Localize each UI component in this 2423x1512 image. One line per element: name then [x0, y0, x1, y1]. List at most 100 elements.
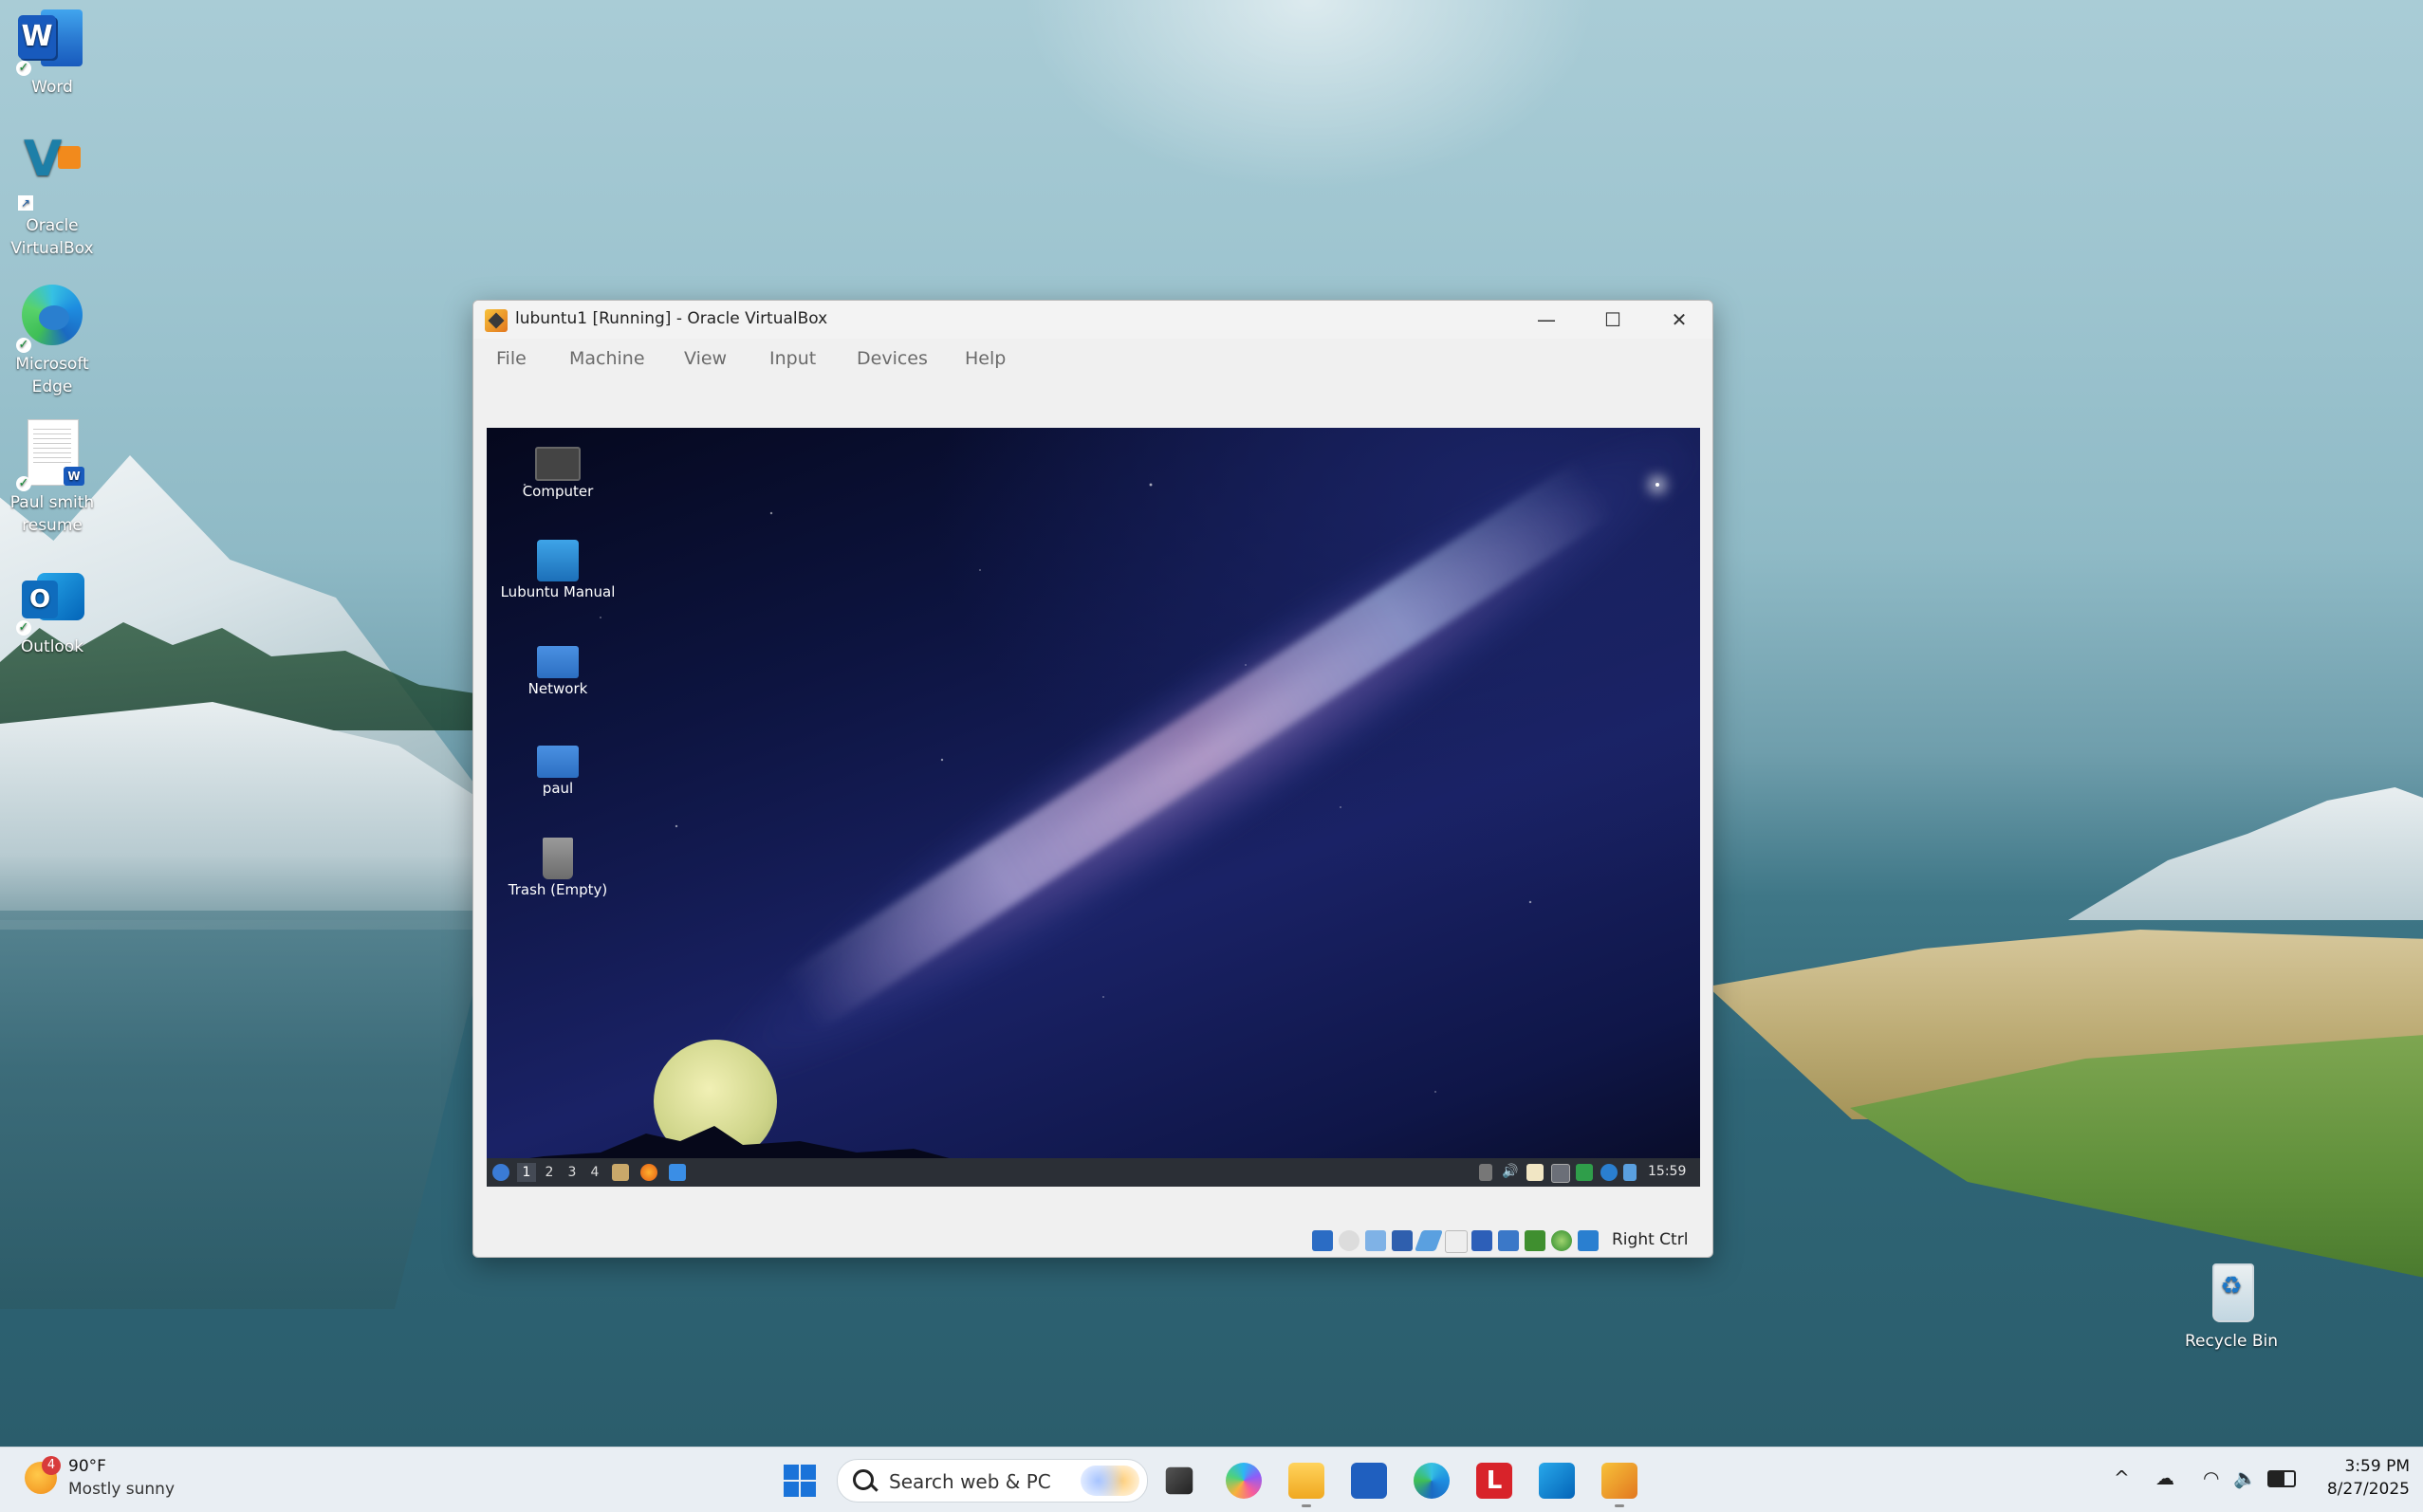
- notification-icon[interactable]: [1623, 1164, 1637, 1181]
- guest-icon-label: Computer: [522, 483, 594, 500]
- file-explorer-icon[interactable]: [1288, 1463, 1324, 1499]
- recording-icon[interactable]: [1498, 1230, 1519, 1251]
- menu-devices[interactable]: Devices: [857, 348, 928, 369]
- menu-input[interactable]: Input: [769, 348, 816, 369]
- chevron-up-icon[interactable]: ^: [2114, 1466, 2130, 1489]
- clock-time[interactable]: 3:59 PM: [2334, 1457, 2411, 1476]
- clipboard-icon[interactable]: [1526, 1164, 1544, 1181]
- cpu-icon[interactable]: [1525, 1230, 1545, 1251]
- vbox-status-bar: Right Ctrl: [473, 1221, 1712, 1257]
- guest-icon-label: Trash (Empty): [508, 881, 608, 898]
- active-indicator: [1302, 1504, 1311, 1507]
- audio-icon[interactable]: [1365, 1230, 1386, 1251]
- keyboard-capture-icon[interactable]: [1578, 1230, 1599, 1251]
- menu-view[interactable]: View: [684, 348, 727, 369]
- minimize-button[interactable]: —: [1513, 301, 1580, 339]
- store-icon[interactable]: [1351, 1463, 1387, 1499]
- search-placeholder: Search web & PC: [889, 1470, 1051, 1493]
- keyboard-indicator-icon[interactable]: [1479, 1164, 1492, 1181]
- desktop-icon-virtualbox[interactable]: V ↗ Oracle VirtualBox: [0, 135, 104, 260]
- home-folder-icon: [537, 746, 579, 778]
- hard-disk-icon[interactable]: [1312, 1230, 1333, 1251]
- guest-icon-computer[interactable]: Computer: [496, 441, 620, 500]
- network-icon[interactable]: [1392, 1230, 1413, 1251]
- lastpass-icon[interactable]: L: [1476, 1463, 1512, 1499]
- taskbar: 4 90°F Mostly sunny Search web & PC L ^ …: [0, 1447, 2423, 1512]
- workspace-3[interactable]: 3: [563, 1163, 582, 1182]
- virtualbox-icon[interactable]: [1601, 1463, 1637, 1499]
- desktop-icon-resume[interactable]: W ✓ Paul smith resume: [0, 419, 104, 537]
- wallpaper-reflection: [0, 911, 493, 1309]
- battery-icon[interactable]: [1576, 1164, 1593, 1181]
- guest-display[interactable]: Computer Lubuntu Manual Network paul Tra…: [487, 428, 1700, 1187]
- onedrive-icon[interactable]: ☁: [2155, 1466, 2174, 1489]
- window-titlebar[interactable]: lubuntu1 [Running] - Oracle VirtualBox —…: [473, 301, 1712, 339]
- update-icon[interactable]: [1600, 1164, 1618, 1181]
- guest-panel: 1 2 3 4 🔊 15:59: [487, 1158, 1700, 1187]
- desktop-icon-outlook[interactable]: O ✓ Outlook: [0, 563, 104, 658]
- desktop-icon-label: Paul smith resume: [9, 493, 95, 535]
- file-manager-icon[interactable]: [612, 1164, 629, 1181]
- workspace-2[interactable]: 2: [540, 1163, 559, 1182]
- workspace-4[interactable]: 4: [585, 1163, 604, 1182]
- virtualbox-icon: [485, 309, 508, 332]
- word-icon: W ✓: [16, 4, 86, 76]
- sky-glow: [1025, 0, 1594, 190]
- lubuntu-menu-icon[interactable]: [492, 1164, 509, 1181]
- desktop-icon-label: Word: [31, 78, 73, 97]
- maximize-button[interactable]: ☐: [1580, 301, 1646, 339]
- search-icon: [853, 1469, 874, 1490]
- desktop-icon-label: Recycle Bin: [2184, 1332, 2278, 1351]
- show-desktop-icon[interactable]: [669, 1164, 686, 1181]
- mouse-integration-icon[interactable]: [1551, 1230, 1572, 1251]
- start-button[interactable]: [782, 1463, 818, 1499]
- workspace-1[interactable]: 1: [517, 1163, 536, 1182]
- usb-icon[interactable]: [1414, 1230, 1444, 1251]
- firefox-icon[interactable]: [640, 1164, 657, 1181]
- copilot-icon[interactable]: [1226, 1463, 1262, 1499]
- edge-icon: ✓: [16, 281, 86, 353]
- menu-file[interactable]: File: [496, 348, 527, 369]
- recycle-bin-icon: ♻: [2197, 1258, 2266, 1326]
- close-button[interactable]: ✕: [1646, 301, 1712, 339]
- optical-drive-icon[interactable]: [1339, 1230, 1359, 1251]
- guest-wallpaper-bright-star: [1655, 483, 1659, 487]
- outlook-icon: O ✓: [16, 563, 86, 636]
- menu-machine[interactable]: Machine: [569, 348, 645, 369]
- wallpaper-mountain-right: [2068, 787, 2423, 920]
- wallpaper-snowfield: [0, 702, 531, 920]
- shared-folders-icon[interactable]: [1445, 1230, 1468, 1253]
- guest-icon-network[interactable]: Network: [496, 638, 620, 697]
- search-box[interactable]: Search web & PC: [837, 1459, 1148, 1503]
- volume-icon[interactable]: 🔈: [2233, 1466, 2257, 1489]
- window-title: lubuntu1 [Running] - Oracle VirtualBox: [515, 309, 828, 328]
- guest-icon-trash[interactable]: Trash (Empty): [496, 838, 620, 898]
- host-key-label: Right Ctrl: [1612, 1230, 1689, 1249]
- menu-bar: File Machine View Input Devices Help: [473, 339, 1712, 382]
- guest-icon-home[interactable]: paul: [496, 738, 620, 797]
- weather-temperature: 90°F: [68, 1457, 106, 1476]
- menu-help[interactable]: Help: [965, 348, 1006, 369]
- trash-icon: [543, 838, 573, 879]
- wifi-icon[interactable]: ◠: [2203, 1466, 2219, 1489]
- outlook-icon[interactable]: [1539, 1463, 1575, 1499]
- active-indicator: [1615, 1504, 1624, 1507]
- task-view-icon[interactable]: [1165, 1466, 1193, 1495]
- desktop-icon-edge[interactable]: ✓ Microsoft Edge: [0, 281, 104, 398]
- volume-icon[interactable]: 🔊: [1502, 1164, 1518, 1179]
- weather-description: Mostly sunny: [68, 1480, 176, 1499]
- display-icon[interactable]: [1551, 1164, 1570, 1183]
- desktop-icon-recycle-bin[interactable]: ♻ Recycle Bin: [2179, 1258, 2284, 1353]
- weather-badge: 4: [42, 1456, 61, 1475]
- clock-date[interactable]: 8/27/2025: [2305, 1480, 2410, 1499]
- virtualbox-window[interactable]: lubuntu1 [Running] - Oracle VirtualBox —…: [472, 300, 1713, 1258]
- display-icon[interactable]: [1471, 1230, 1492, 1251]
- guest-icon-manual[interactable]: Lubuntu Manual: [496, 540, 620, 600]
- battery-icon[interactable]: [2267, 1470, 2296, 1487]
- virtualbox-icon: V ↗: [18, 135, 86, 211]
- guest-clock[interactable]: 15:59: [1648, 1164, 1686, 1179]
- guest-icon-label: Network: [527, 680, 588, 697]
- edge-icon[interactable]: [1414, 1463, 1450, 1499]
- desktop-icon-word[interactable]: W ✓ Word: [0, 4, 104, 99]
- computer-icon: [535, 447, 581, 481]
